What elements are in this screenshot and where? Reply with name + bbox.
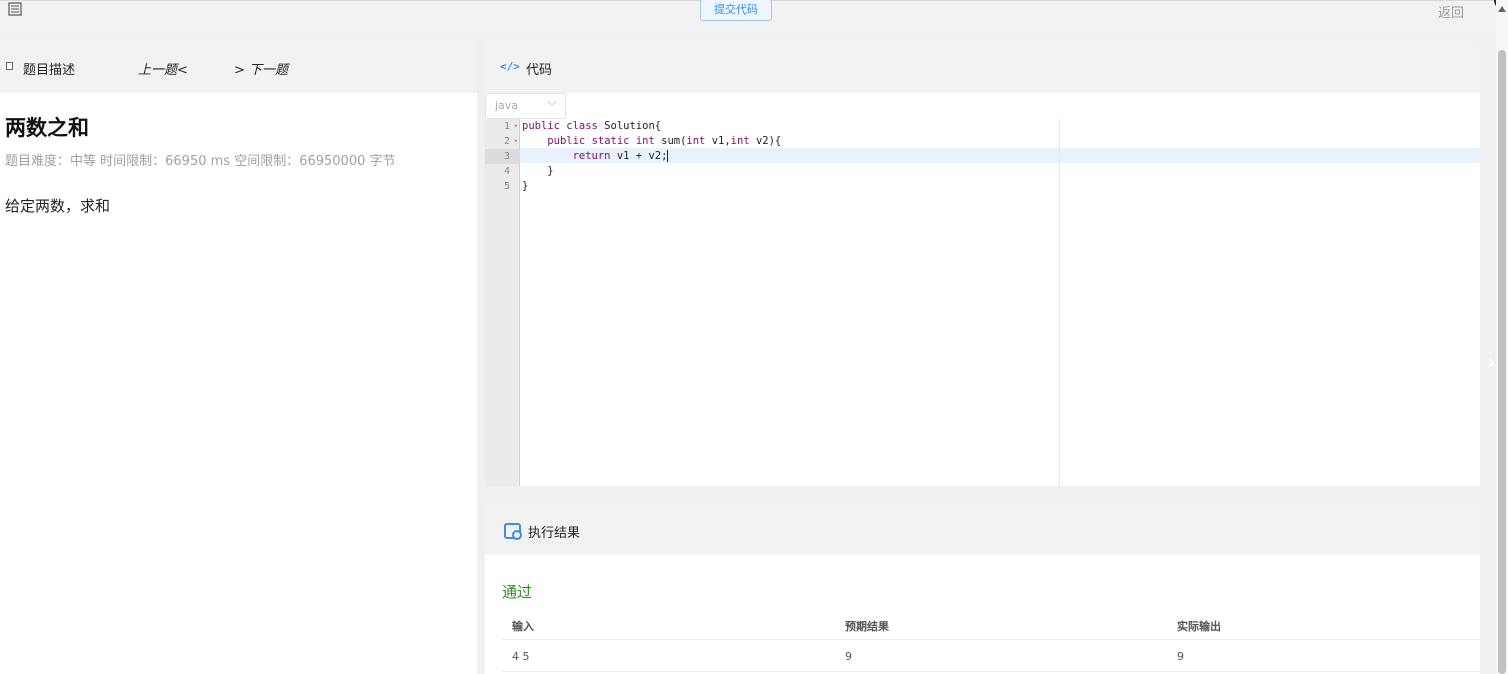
code-line: } [522,165,554,177]
table-row: 4 5 9 9 [502,640,1480,672]
text-cursor [667,150,669,162]
scroll-thumb[interactable] [1498,50,1506,674]
document-icon [6,62,13,70]
fold-arrow-icon[interactable]: ▾ [514,119,518,134]
chevron-right-icon[interactable]: › [1487,350,1496,375]
code-header: </> 代码 [485,40,1480,93]
language-select[interactable]: java ﹀ [485,93,566,119]
code-line: public static int sum(int v1,int v2){ [547,135,782,147]
line-number: 5 [503,181,510,192]
language-value: java [495,99,519,112]
result-title: 执行结果 [528,526,581,541]
back-link[interactable]: 返回 [1438,2,1464,21]
editor-gutter: 1 ▾ 2 ▾ 3 4 5 [485,119,520,486]
line-number: 3 [485,149,520,164]
result-panel: 执行结果 通过 输入 预期结果 实际输出 4 5 9 9 [485,502,1480,674]
code-title: 代码 [526,63,553,78]
scroll-up-arrow-icon[interactable] [1498,6,1506,12]
prev-problem-link[interactable]: 上一题< [138,59,188,78]
column-header-expected: 预期结果 [845,620,889,633]
line-number: 1 ▾ [503,119,518,134]
page-scrollbar[interactable] [1496,0,1508,674]
problem-header: 题目描述 上一题< > 下一题 [0,40,477,93]
submit-code-button[interactable]: 提交代码 [700,0,772,21]
chevron-down-icon: ﹀ [547,102,557,113]
column-header-input: 输入 [512,620,534,633]
top-bar: 提交代码 返回 [0,0,1496,32]
table-header-row: 输入 预期结果 实际输出 [502,608,1480,640]
column-header-actual: 实际输出 [1177,620,1221,633]
result-search-icon [504,523,522,540]
line-number: 4 [503,166,510,177]
problem-panel: 题目描述 上一题< > 下一题 两数之和 题目难度：中等 时间限制：66950 … [0,40,477,674]
cell-input: 4 5 [512,650,530,663]
menu-icon[interactable] [8,2,22,16]
cell-actual: 9 [1177,650,1184,663]
code-line: return v1 + v2; [572,150,669,162]
code-line: public class Solution{ [522,120,662,132]
result-status: 通过 [502,583,533,601]
tab-description[interactable]: 题目描述 [23,59,75,78]
code-editor[interactable]: public class Solution{ public static int… [522,119,781,194]
code-panel: </> 代码 java ﹀ 1 ▾ 2 ▾ 3 4 5 public class S… [485,40,1480,486]
problem-title: 两数之和 [5,116,89,140]
next-problem-link[interactable]: > 下一题 [234,59,288,78]
line-number: 2 ▾ [503,134,518,149]
code-icon: </> [500,60,520,73]
cell-expected: 9 [845,650,852,663]
fold-arrow-icon[interactable]: ▾ [514,134,518,149]
problem-meta: 题目难度：中等 时间限制：66950 ms 空间限制：66950000 字节 [5,154,396,169]
result-table: 输入 预期结果 实际输出 4 5 9 9 [502,608,1480,672]
problem-description: 给定两数，求和 [5,197,111,215]
code-line: } [522,180,529,192]
print-margin [1059,119,1060,486]
result-header: 执行结果 [485,502,1480,554]
